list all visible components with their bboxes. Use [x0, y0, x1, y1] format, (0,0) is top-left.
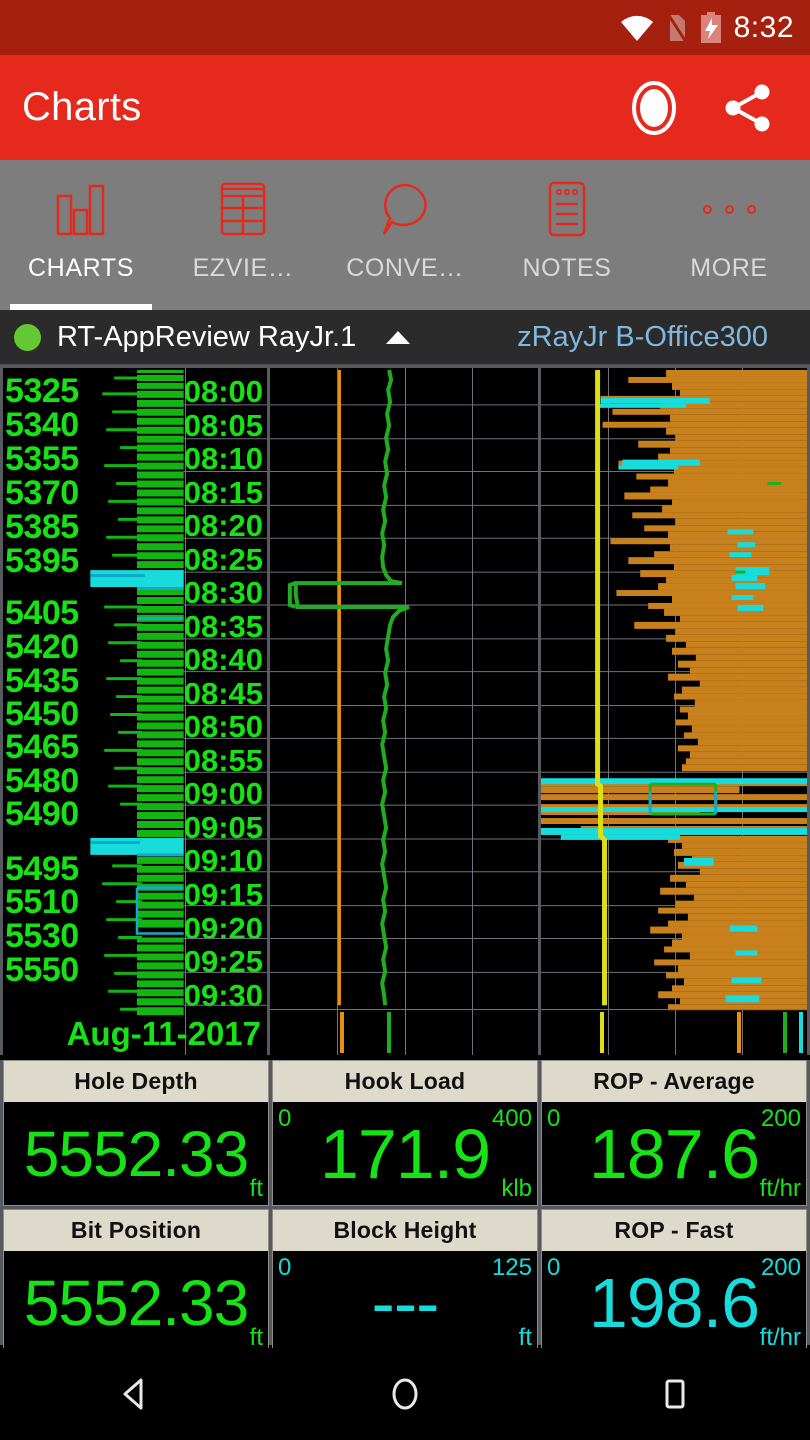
hookload-curves [270, 369, 538, 1006]
share-icon[interactable] [722, 82, 774, 134]
gauge-column-hookload: Hook Load 0 400 171.9 klb Block Height 0… [272, 1060, 538, 1360]
app-bar: Charts [0, 55, 810, 160]
gauge-unit: ft/hr [759, 1175, 801, 1202]
foot-tick [737, 1012, 741, 1053]
gauge-value-area: 0 400 171.9 klb [273, 1102, 537, 1205]
tab-bar: CHARTS EZVIE… CONVE… NOTES MORE [0, 160, 810, 310]
gauge-value-area: 5552.33 ft [4, 1102, 268, 1205]
gauge-panel: Hole Depth 5552.33 ft Bit Position 5552.… [0, 1060, 810, 1425]
gauge-hole-depth[interactable]: Hole Depth 5552.33 ft [3, 1060, 269, 1206]
gauge-value-area: 0 200 187.6 ft/hr [542, 1102, 806, 1205]
app-bar-actions [628, 77, 788, 139]
foot-tick [340, 1012, 345, 1053]
status-bar: 8:32 [0, 0, 810, 55]
home-nav-icon[interactable] [270, 1374, 540, 1414]
sim-card-off-icon [666, 12, 688, 43]
gauge-title: ROP - Average [593, 1068, 755, 1094]
tab-charts[interactable]: CHARTS [0, 160, 162, 310]
gauge-value: --- [371, 1263, 440, 1342]
tab-label: EZVIE… [192, 254, 294, 282]
gauge-value: 171.9 [319, 1114, 491, 1193]
back-nav-icon[interactable] [0, 1374, 270, 1414]
rop-foot-strip [541, 1009, 807, 1055]
grid-table-icon [214, 178, 272, 240]
gauge-column-depth: Hole Depth 5552.33 ft Bit Position 5552.… [3, 1060, 269, 1425]
recents-nav-icon[interactable] [540, 1374, 810, 1414]
chart-date-footer: Aug-11-2017 [3, 1009, 267, 1055]
chart-area[interactable]: 5325 5340 5355 5370 5385 5395 5405 5420 … [0, 365, 810, 1055]
gauge-bit-position[interactable]: Bit Position 5552.33 ft [3, 1209, 269, 1355]
tab-notes[interactable]: NOTES [486, 160, 648, 310]
tab-ezview[interactable]: EZVIE… [162, 160, 324, 310]
well-name-label: RT-AppReview RayJr.1 [57, 320, 357, 353]
gauge-title: Bit Position [70, 1217, 202, 1243]
phone-screen: 8:32 Charts CHARTS EZVIE… CONVE… NOTES M… [0, 0, 810, 1440]
foot-tick [387, 1012, 392, 1053]
gauge-unit: klb [501, 1175, 532, 1202]
rop-curves [541, 369, 807, 1011]
gauge-hook-load[interactable]: Hook Load 0 400 171.9 klb [272, 1060, 538, 1206]
notepad-icon [538, 178, 596, 240]
page-title: Charts [22, 85, 142, 129]
connection-status-dot [14, 323, 41, 351]
status-bar-clock: 8:32 [733, 10, 794, 44]
wifi-icon [620, 15, 654, 41]
speech-bubble-icon [376, 178, 434, 240]
gauge-value: 5552.33 [23, 1117, 249, 1190]
gauge-column-rop: ROP - Average 0 200 187.6 ft/hr ROP - Fa… [541, 1060, 807, 1360]
time-grid [183, 404, 268, 1006]
chevron-up-icon[interactable] [386, 330, 411, 344]
foot-tick [600, 1012, 604, 1053]
gauge-title: Hole Depth [74, 1068, 198, 1094]
tab-label: MORE [690, 254, 768, 282]
tab-label: CHARTS [28, 254, 134, 282]
gauge-value-area: 0 200 198.6 ft/hr [542, 1251, 806, 1354]
tab-label: CONVE… [346, 254, 464, 282]
rig-name-label: zRayJr B-Office300 [517, 320, 768, 353]
foot-tick [783, 1012, 787, 1053]
gauge-value: 5552.33 [23, 1266, 249, 1339]
rop-track[interactable] [541, 368, 807, 1055]
gauge-title: Block Height [333, 1217, 477, 1243]
gauge-value-area: 5552.33 ft [4, 1251, 268, 1354]
date-label: Aug-11-2017 [66, 1015, 262, 1052]
hookload-track[interactable] [270, 368, 538, 1055]
well-selector-bar[interactable]: RT-AppReview RayJr.1 zRayJr B-Office300 [0, 310, 810, 365]
hookload-foot-strip [270, 1009, 538, 1055]
bar-chart-icon [52, 178, 110, 240]
gauge-title: ROP - Fast [614, 1217, 734, 1243]
foot-tick [799, 1012, 803, 1053]
battery-charging-icon [700, 11, 722, 44]
tab-more[interactable]: MORE [648, 160, 810, 310]
android-nav-bar [0, 1348, 810, 1440]
gauge-block-height[interactable]: Block Height 0 125 --- ft [272, 1209, 538, 1355]
tab-label: NOTES [522, 254, 612, 282]
gauge-rop-average[interactable]: ROP - Average 0 200 187.6 ft/hr [541, 1060, 807, 1206]
gauge-title: Hook Load [344, 1068, 466, 1094]
record-icon[interactable] [628, 77, 680, 139]
gauge-unit: ft [249, 1175, 263, 1202]
depth-time-track[interactable]: 5325 5340 5355 5370 5385 5395 5405 5420 … [3, 368, 268, 1055]
tab-conversations[interactable]: CONVE… [324, 160, 486, 310]
gauge-value-area: 0 125 --- ft [273, 1251, 537, 1354]
tab-active-indicator [9, 304, 153, 310]
overflow-dots-icon [702, 178, 756, 240]
gauge-rop-fast[interactable]: ROP - Fast 0 200 198.6 ft/hr [541, 1209, 807, 1355]
